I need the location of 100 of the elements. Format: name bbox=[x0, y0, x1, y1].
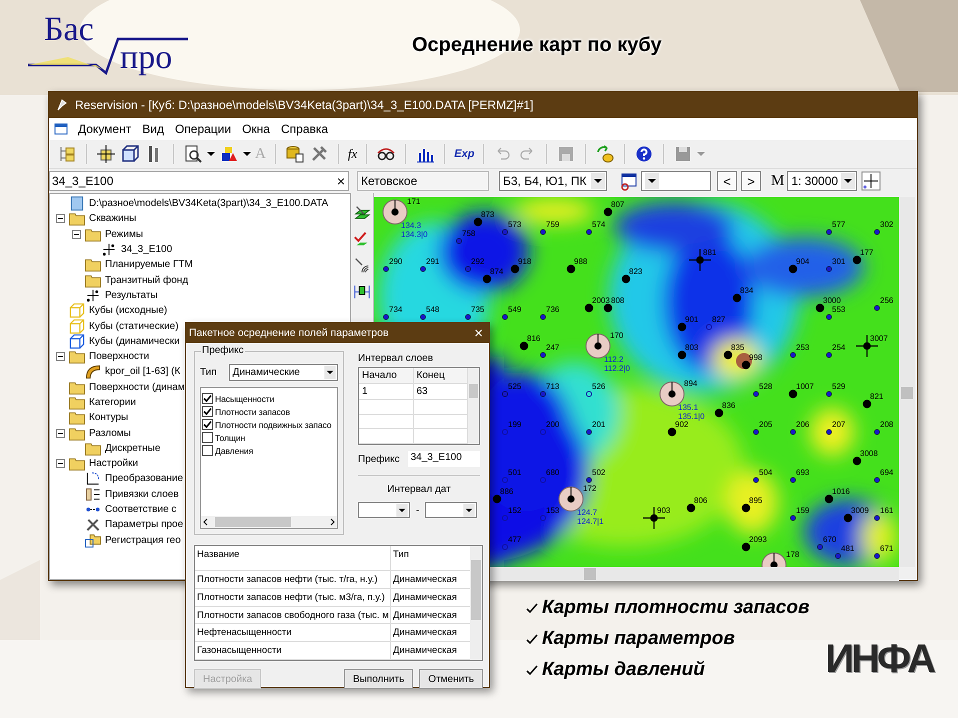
scale-dropdown[interactable]: 1: 30000 bbox=[787, 171, 858, 191]
checkbox[interactable] bbox=[202, 432, 213, 443]
well-marker bbox=[826, 352, 832, 358]
tree-item[interactable]: Настройки bbox=[89, 458, 138, 470]
column-header[interactable]: Начало bbox=[359, 368, 414, 383]
document-icon[interactable] bbox=[54, 122, 68, 136]
cube-icon bbox=[68, 303, 86, 318]
dialog-button[interactable]: Отменить bbox=[419, 669, 483, 689]
clear-button[interactable]: × bbox=[336, 173, 345, 189]
shapes-icon[interactable] bbox=[219, 144, 239, 164]
menu-item[interactable]: Документ bbox=[74, 122, 138, 136]
move-icon[interactable] bbox=[96, 144, 116, 164]
tree-item[interactable]: Преобразование bbox=[105, 473, 184, 484]
tree-item[interactable]: Кубы (исходные) bbox=[89, 305, 168, 316]
tree-item[interactable]: Контуры bbox=[89, 412, 128, 424]
well-marker bbox=[540, 476, 546, 484]
crosshair-icon[interactable] bbox=[861, 171, 882, 191]
table-cell-text: Динамическая bbox=[392, 573, 458, 588]
tree-item[interactable]: Кубы (статические) bbox=[89, 320, 179, 332]
column-header[interactable]: Конец bbox=[414, 368, 468, 383]
caret-icon[interactable] bbox=[243, 150, 251, 158]
tree-item[interactable]: 34_3_E100 bbox=[121, 244, 172, 256]
prefix-field[interactable]: 34_3_E100 bbox=[408, 451, 480, 467]
tree-item[interactable]: Категории bbox=[89, 397, 136, 408]
checkbox[interactable] bbox=[202, 393, 213, 404]
well-label: 177 bbox=[860, 248, 874, 257]
collapse-icon[interactable] bbox=[56, 459, 65, 468]
checkbox[interactable] bbox=[202, 445, 213, 456]
tree-item[interactable]: Скважины bbox=[89, 213, 136, 224]
axes-icon bbox=[84, 471, 102, 486]
tree-item[interactable]: Режимы bbox=[105, 228, 144, 240]
layers-dropdown[interactable]: Б3, Б4, Ю1, ПК bbox=[499, 171, 607, 191]
well-label: 159 bbox=[796, 506, 810, 515]
formula-button[interactable]: fx bbox=[348, 146, 358, 162]
checkbox[interactable] bbox=[202, 406, 213, 417]
column-header[interactable]: Название bbox=[195, 546, 391, 570]
well-marker bbox=[474, 218, 482, 226]
search-field[interactable]: 34_3_E100 × bbox=[49, 171, 349, 191]
well-label: 573 bbox=[508, 220, 522, 229]
logo-text: Бас bbox=[44, 12, 94, 46]
tree-item[interactable]: Параметры прое bbox=[105, 519, 184, 530]
vertical-scrollbar[interactable] bbox=[468, 368, 479, 444]
tree-item[interactable]: Планируемые ГТМ bbox=[105, 259, 193, 270]
well-label: 290 bbox=[389, 257, 402, 266]
tree-item[interactable]: Поверхности (динам bbox=[89, 382, 185, 393]
well-marker bbox=[826, 266, 832, 272]
export-button[interactable]: Exp bbox=[454, 148, 474, 160]
tree-item[interactable]: Поверхности bbox=[89, 351, 150, 362]
print-preview-icon[interactable] bbox=[183, 144, 203, 164]
database-icon[interactable] bbox=[284, 144, 305, 164]
well-marker bbox=[586, 390, 592, 398]
tree-item[interactable]: kpor_oil [1-63] (К bbox=[105, 366, 180, 378]
collapse-icon[interactable] bbox=[56, 428, 65, 438]
tree-item[interactable]: Транзитный фонд bbox=[105, 274, 188, 286]
well-label: 735 bbox=[471, 305, 484, 314]
dialog-button[interactable]: Выполнить bbox=[344, 669, 414, 689]
refresh-icon[interactable] bbox=[595, 144, 616, 164]
folder-icon bbox=[68, 395, 86, 410]
folder-icon bbox=[68, 456, 86, 472]
vertical-scrollbar[interactable] bbox=[899, 197, 915, 567]
type-dropdown[interactable]: Динамические bbox=[228, 364, 338, 381]
vertical-scrollbar[interactable] bbox=[470, 546, 482, 660]
collapse-icon[interactable] bbox=[72, 230, 81, 239]
menu-item[interactable]: Окна bbox=[238, 122, 277, 136]
tree-item[interactable]: Регистрация гео bbox=[105, 534, 181, 546]
tree-item[interactable]: Кубы (динамически bbox=[89, 336, 180, 347]
well-marker bbox=[874, 553, 880, 559]
bullet-text: Карты давлений bbox=[542, 659, 705, 681]
horizontal-scrollbar[interactable] bbox=[201, 516, 337, 528]
well-label: 808 bbox=[611, 296, 624, 305]
caret-icon[interactable] bbox=[207, 150, 215, 158]
cube-icon[interactable] bbox=[120, 144, 140, 164]
bullet-text: Карты параметров bbox=[542, 628, 735, 650]
tree-item[interactable]: Привязки слоев bbox=[105, 488, 179, 500]
table-cell-text: Динамическая bbox=[392, 590, 458, 605]
tree-item[interactable]: Дискретные bbox=[105, 442, 160, 454]
next-button[interactable]: > bbox=[741, 171, 761, 191]
checkbox[interactable] bbox=[202, 419, 213, 430]
menu-item[interactable]: Справка bbox=[276, 122, 336, 136]
table-cell-text: Динамическая bbox=[392, 644, 458, 658]
well-label: 3000 bbox=[823, 296, 841, 305]
menu-item[interactable]: Операции bbox=[170, 122, 238, 136]
calendar-icon[interactable] bbox=[619, 171, 639, 191]
well-label: 881 bbox=[703, 248, 716, 257]
tree-item[interactable]: Соответствие с bbox=[105, 504, 176, 516]
collapse-icon[interactable] bbox=[56, 352, 65, 362]
menu-item[interactable]: Вид bbox=[138, 122, 171, 136]
well-label: 736 bbox=[546, 305, 560, 314]
tree-item[interactable]: Результаты bbox=[105, 290, 158, 301]
well-label: 152 bbox=[508, 506, 522, 515]
help-icon[interactable] bbox=[634, 144, 654, 164]
well-label: 549 bbox=[508, 305, 522, 314]
column-header[interactable]: Тип bbox=[391, 546, 470, 570]
tree-item[interactable]: Разломы bbox=[89, 428, 131, 439]
collapse-icon[interactable] bbox=[56, 214, 65, 224]
previous-button[interactable]: < bbox=[717, 171, 737, 191]
search-value: 34_3_E100 bbox=[52, 174, 114, 188]
tree-item[interactable]: D:\разное\models\BV34Keta(3part)\34_3_E100.DATA bbox=[89, 198, 328, 210]
well-label: 3008 bbox=[860, 449, 878, 458]
close-button[interactable]: × bbox=[474, 324, 483, 342]
